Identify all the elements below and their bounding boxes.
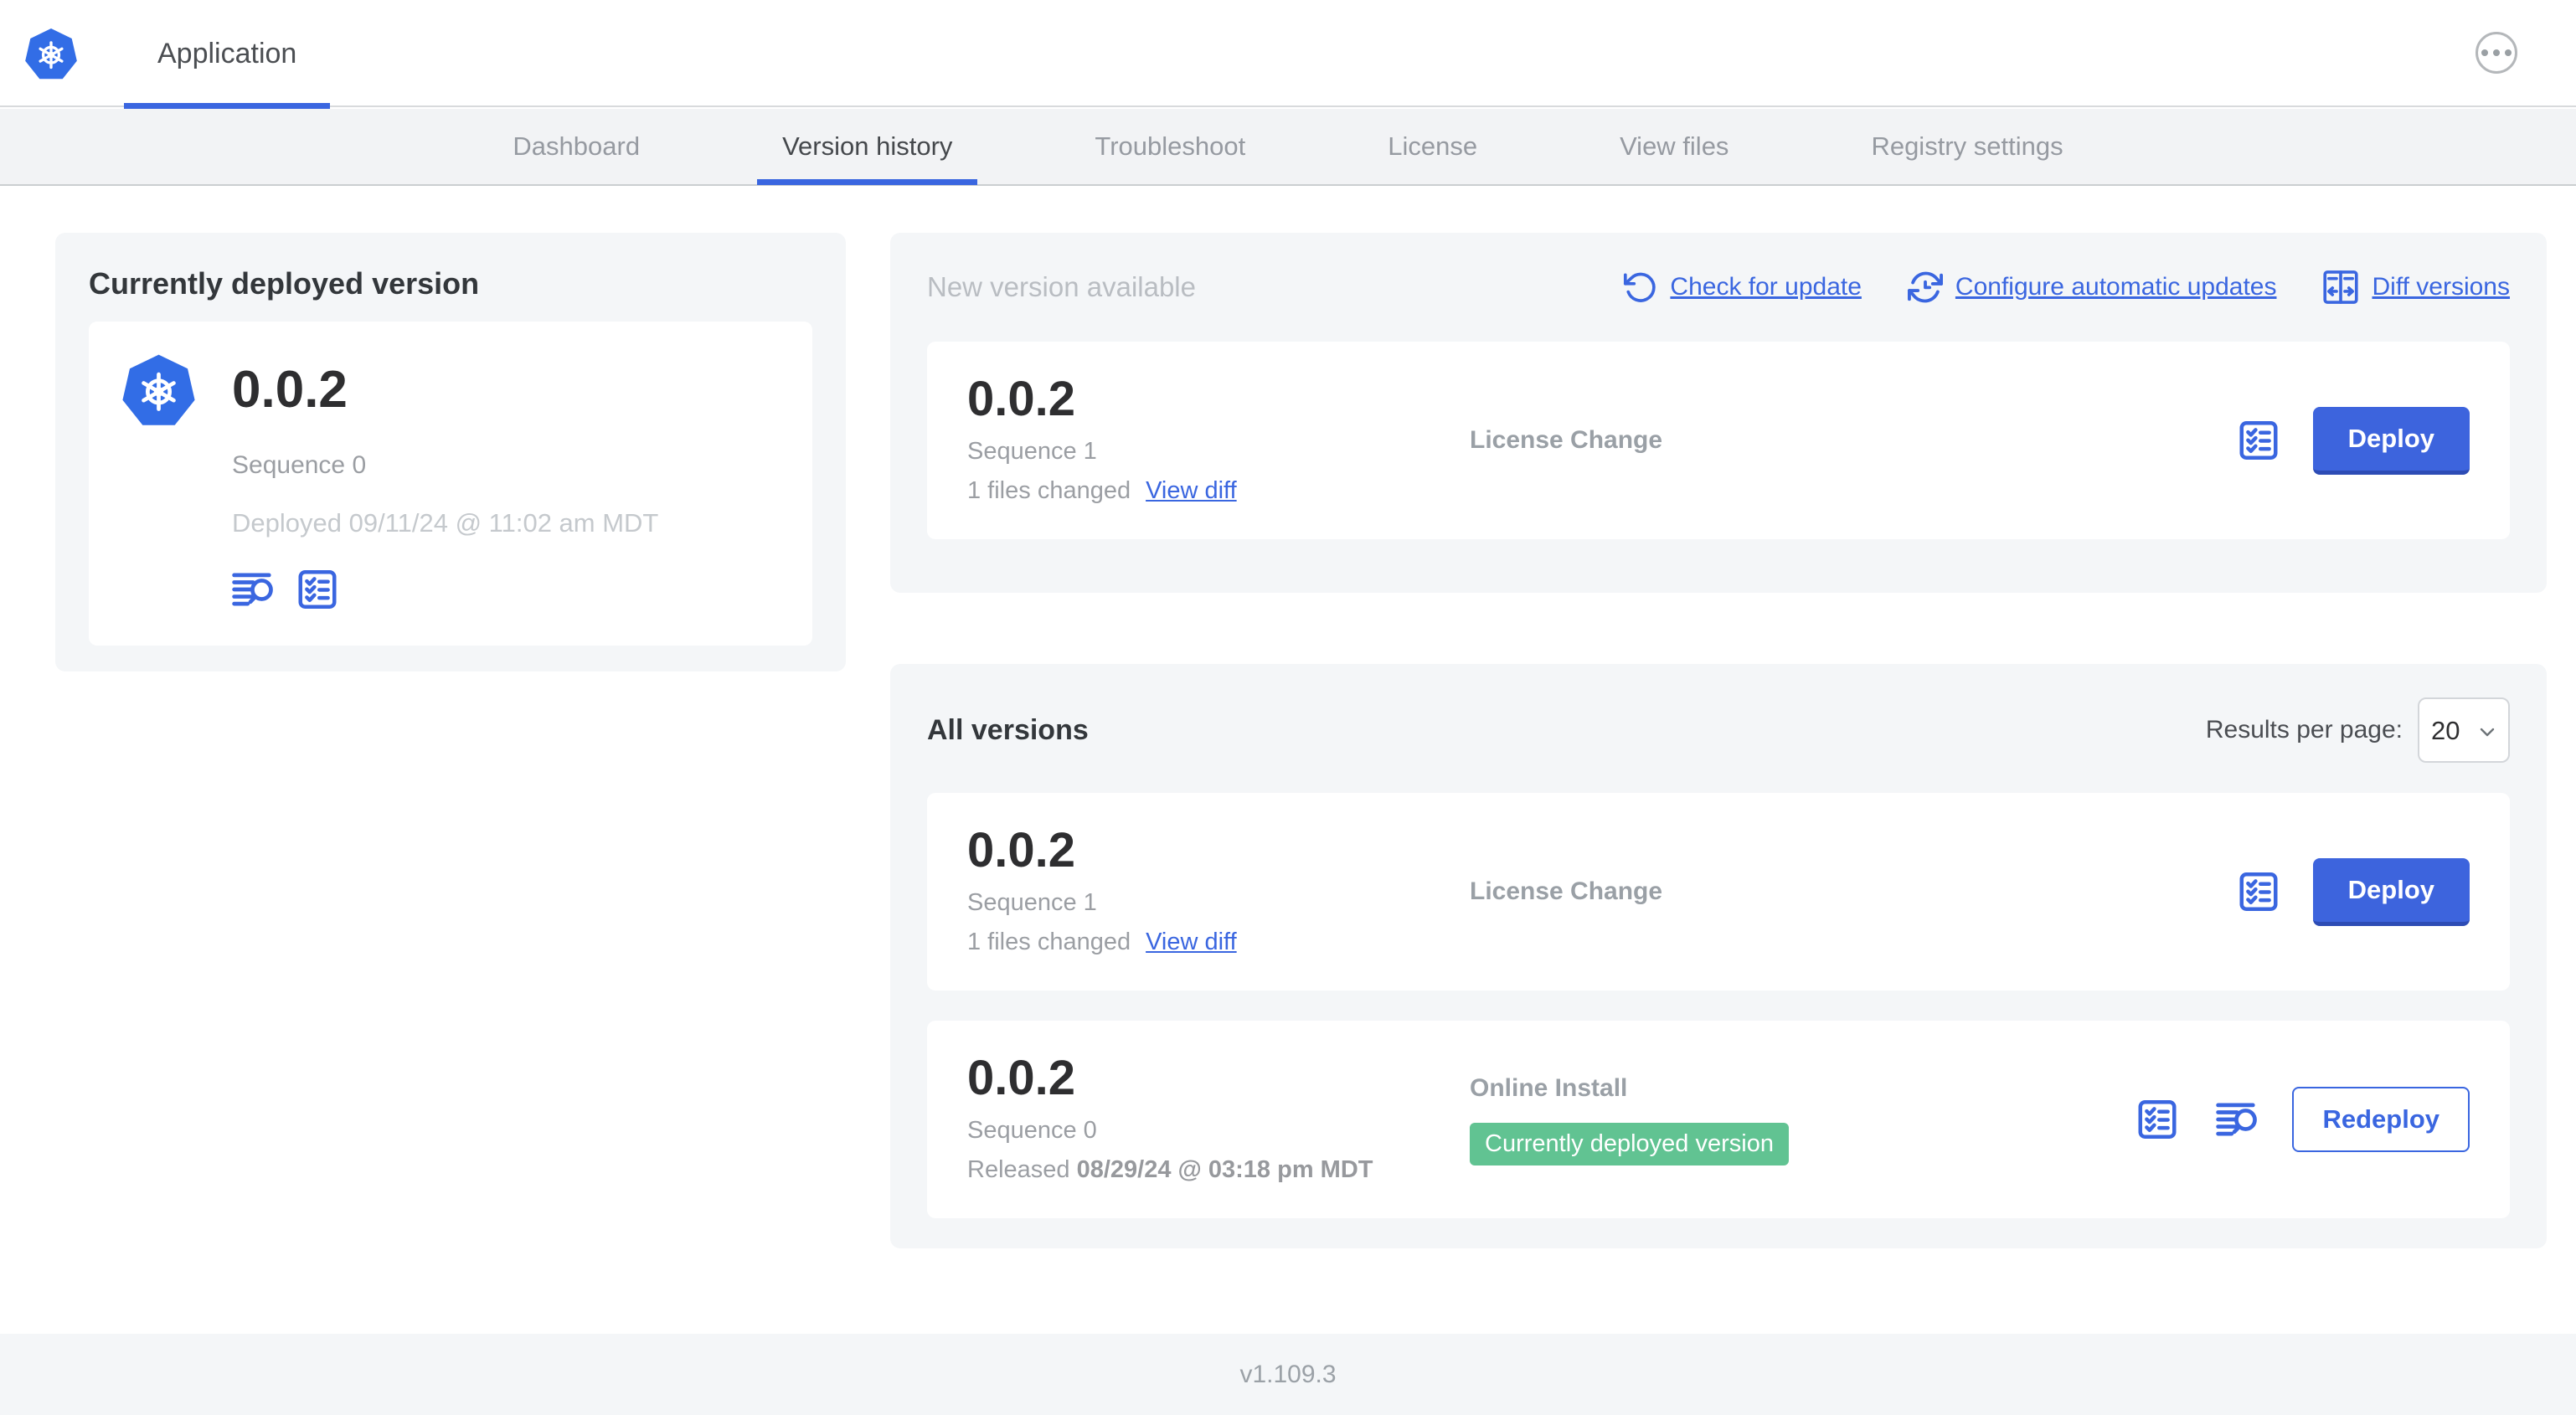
logs-icon[interactable] [2212, 1097, 2260, 1142]
new-version-title: New version available [927, 271, 1196, 302]
version-source-label: License Change [1470, 426, 1663, 454]
tab-license[interactable]: License [1379, 108, 1486, 185]
deploy-button[interactable]: Deploy [2312, 857, 2470, 926]
tab-dashboard[interactable]: Dashboard [504, 108, 648, 185]
deploy-button[interactable]: Deploy [2312, 406, 2470, 475]
more-options-button[interactable] [2476, 32, 2517, 74]
currently-deployed-card: 0.0.2 Sequence 0 Deployed 09/11/24 @ 11:… [89, 322, 812, 646]
results-per-page-select[interactable]: 20 [2418, 697, 2510, 763]
version-sequence: Sequence 0 [967, 1117, 1097, 1144]
app-tab-label: Application [157, 37, 297, 69]
version-sequence: Sequence 1 [967, 889, 1097, 916]
released-timestamp: Released 08/29/24 @ 03:18 pm MDT [967, 1156, 1373, 1183]
deployed-timestamp: Deployed 09/11/24 @ 11:02 am MDT [232, 508, 659, 538]
checklist-icon[interactable] [2236, 418, 2281, 463]
tab-version-history[interactable]: Version history [757, 108, 978, 185]
logs-icon[interactable] [228, 567, 276, 612]
new-version-card: 0.0.2 Sequence 1 1 files changed View dif… [927, 342, 2510, 539]
tab-view-files[interactable]: View files [1611, 108, 1737, 185]
currently-deployed-badge: Currently deployed version [1470, 1122, 1789, 1165]
version-number: 0.0.2 [967, 823, 1075, 877]
version-sequence: Sequence 1 [967, 438, 1097, 465]
tab-registry-settings[interactable]: Registry settings [1862, 108, 2071, 185]
version-row: 0.0.2 Sequence 1 1 files changed View dif… [927, 793, 2510, 990]
app-nav-tabs: Dashboard Version history Troubleshoot L… [0, 109, 2576, 186]
currently-deployed-panel: Currently deployed version 0.0.2 Sequenc… [55, 233, 846, 671]
version-source-label: License Change [1470, 877, 1663, 905]
checklist-icon[interactable] [2135, 1097, 2180, 1142]
auto-update-clock-icon [1907, 271, 1943, 303]
checklist-icon[interactable] [295, 567, 340, 612]
admin-console-version: v1.109.3 [1239, 1360, 1337, 1388]
refresh-icon [1624, 272, 1656, 302]
all-versions-panel: All versions Results per page: 20 0.0.2 … [890, 664, 2547, 1248]
kubernetes-app-icon [119, 350, 198, 430]
view-diff-link[interactable]: View diff [1146, 477, 1237, 504]
configure-automatic-updates-link[interactable]: Configure automatic updates [1907, 269, 2277, 306]
version-row: 0.0.2 Sequence 0 Released 08/29/24 @ 03:… [927, 1021, 2510, 1218]
version-number: 0.0.2 [967, 372, 1075, 426]
checklist-icon[interactable] [2236, 869, 2281, 914]
currently-deployed-title: Currently deployed version [89, 266, 480, 301]
view-diff-link[interactable]: View diff [1146, 929, 1237, 955]
footer: v1.109.3 [0, 1334, 2576, 1415]
tab-troubleshoot[interactable]: Troubleshoot [1086, 108, 1254, 185]
ellipsis-icon [2479, 49, 2514, 56]
all-versions-title: All versions [927, 713, 1089, 746]
version-number: 0.0.2 [967, 1051, 1075, 1105]
version-source-label: Online Install [1470, 1073, 1628, 1102]
redeploy-button[interactable]: Redeploy [2292, 1087, 2470, 1152]
diff-versions-link[interactable]: Diff versions [2321, 268, 2510, 306]
diff-icon [2323, 270, 2359, 304]
kubernetes-logo-icon [23, 27, 79, 80]
new-version-panel: New version available Check for update C… [890, 233, 2547, 593]
app-tab-active-underline [124, 103, 331, 109]
check-for-update-label: Check for update [1670, 273, 1862, 301]
configure-automatic-updates-label: Configure automatic updates [1955, 273, 2277, 301]
top-bar: Application [0, 0, 2576, 109]
deployed-version-number: 0.0.2 [232, 361, 348, 419]
results-per-page-label: Results per page: [2205, 716, 2403, 744]
app-tab[interactable]: Application [124, 0, 331, 109]
check-for-update-link[interactable]: Check for update [1623, 270, 1862, 305]
files-changed-label: 1 files changed [967, 929, 1131, 955]
files-changed-label: 1 files changed [967, 477, 1131, 504]
diff-versions-label: Diff versions [2372, 273, 2510, 301]
deployed-sequence: Sequence 0 [232, 451, 367, 479]
